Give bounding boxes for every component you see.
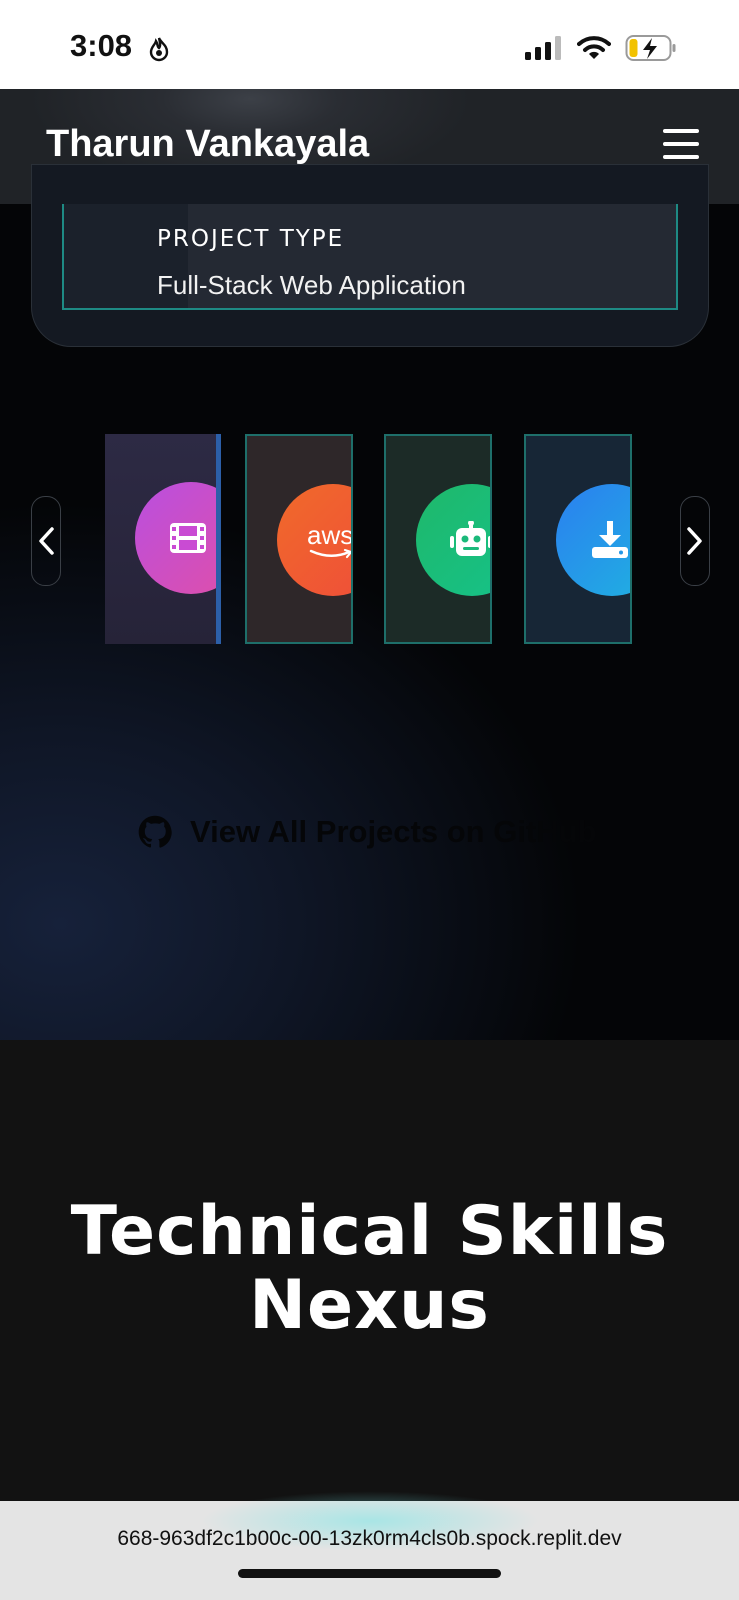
browser-url-bar[interactable]: 668-963df2c1b00c-00-13zk0rm4cls0b.spock.… <box>0 1491 739 1600</box>
aws-icon: aws <box>277 484 353 596</box>
wifi-icon <box>577 35 611 66</box>
download-icon <box>556 484 630 596</box>
projects-section: PROJECT TYPE Full-Stack Web Application … <box>0 164 739 1040</box>
carousel-item-robot[interactable] <box>384 434 492 644</box>
film-icon <box>135 482 216 594</box>
battery-charging-icon <box>625 34 677 67</box>
skills-title-line1: Technical Skills <box>70 1192 669 1271</box>
view-github-label: View All Projects on GitHub <box>190 814 597 849</box>
signal-icon <box>525 36 563 65</box>
carousel-prev-button[interactable] <box>31 496 61 586</box>
home-indicator[interactable] <box>238 1569 501 1578</box>
github-icon <box>138 815 172 848</box>
status-time: 3:08 <box>70 28 133 63</box>
flame-icon <box>148 36 170 67</box>
aws-logo-text: aws <box>307 520 353 550</box>
carousel-item-aws[interactable]: aws <box>245 434 353 644</box>
skills-section: Technical Skills Nexus <box>0 1040 739 1500</box>
view-github-link[interactable]: View All Projects on GitHub <box>138 814 597 850</box>
project-type-label: PROJECT TYPE <box>157 226 345 252</box>
status-icons <box>525 34 677 67</box>
skills-title-line2: Nexus <box>249 1266 490 1345</box>
carousel-next-button[interactable] <box>680 496 710 586</box>
chevron-left-icon <box>39 527 54 555</box>
project-type-value: Full-Stack Web Application <box>157 270 466 300</box>
status-bar: 3:08 <box>0 0 739 89</box>
robot-icon <box>416 484 490 596</box>
chevron-right-icon <box>687 527 702 555</box>
brand-name[interactable]: Tharun Vankayala <box>46 123 369 166</box>
carousel-item-film[interactable] <box>105 434 221 644</box>
skills-title: Technical Skills Nexus <box>0 1195 739 1343</box>
carousel-item-download[interactable] <box>524 434 632 644</box>
hamburger-icon[interactable] <box>663 129 699 159</box>
url-text[interactable]: 668-963df2c1b00c-00-13zk0rm4cls0b.spock.… <box>0 1527 739 1551</box>
